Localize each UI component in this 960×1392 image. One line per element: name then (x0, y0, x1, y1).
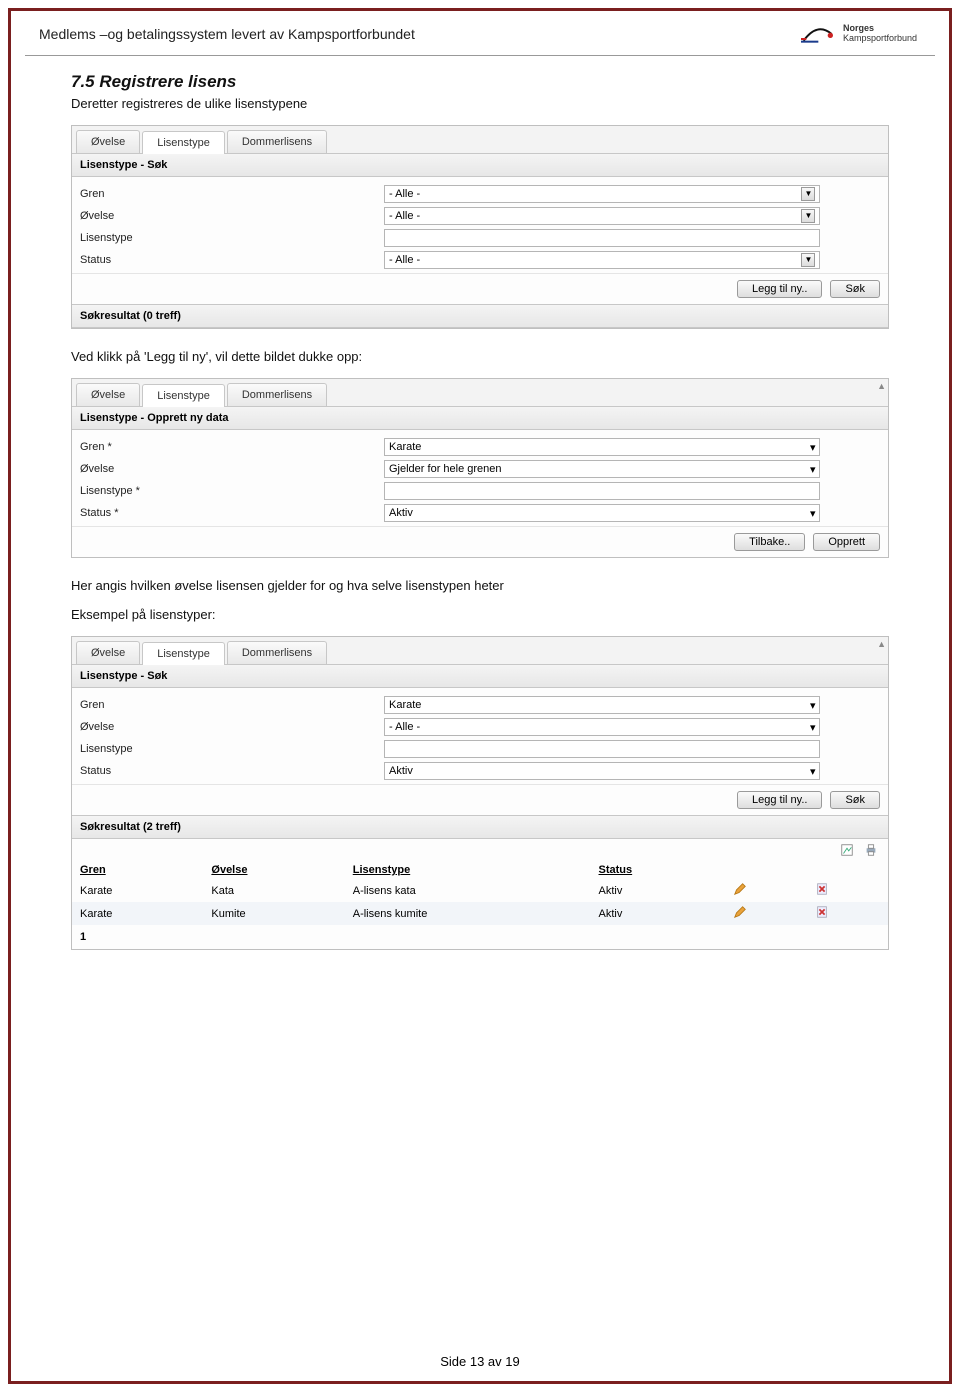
tab-bar: Øvelse Lisenstype Dommerlisens (72, 126, 888, 154)
chevron-down-icon: ▼ (801, 187, 815, 201)
select-ovelse[interactable]: - Alle - ▼ (384, 207, 820, 225)
logo-text: Norges Kampsportforbund (843, 24, 917, 44)
search-button[interactable]: Søk (830, 280, 880, 298)
result-table: Gren Øvelse Lisenstype Status Karate Kat… (72, 861, 888, 925)
chevron-down-icon: ▾ (810, 463, 816, 476)
panel-title: Lisenstype - Søk (72, 154, 888, 177)
label-lisenstype: Lisenstype * (80, 485, 384, 497)
scroll-up-icon: ▲ (877, 381, 886, 391)
chevron-down-icon: ▾ (810, 507, 816, 520)
tab-lisenstype[interactable]: Lisenstype (142, 131, 225, 154)
panel-title: Lisenstype - Opprett ny data (72, 407, 888, 430)
tab-ovelse[interactable]: Øvelse (76, 383, 140, 406)
tab-lisenstype[interactable]: Lisenstype (142, 384, 225, 407)
add-new-button[interactable]: Legg til ny.. (737, 791, 822, 809)
label-ovelse: Øvelse (80, 463, 384, 475)
panel-example: ▲ Øvelse Lisenstype Dommerlisens Lisenst… (71, 636, 889, 950)
select-gren[interactable]: - Alle - ▼ (384, 185, 820, 203)
intro-text: Deretter registreres de ulike lisenstype… (71, 96, 889, 111)
result-bar: Søkresultat (2 treff) (72, 815, 888, 839)
tab-ovelse[interactable]: Øvelse (76, 641, 140, 664)
select-status[interactable]: Aktiv ▾ (384, 504, 820, 522)
col-gren[interactable]: Gren (72, 861, 203, 879)
panel-create: ▲ Øvelse Lisenstype Dommerlisens Lisenst… (71, 378, 889, 558)
text-after-panel2: Her angis hvilken øvelse lisensen gjelde… (71, 578, 889, 593)
input-lisenstype[interactable] (384, 229, 820, 247)
select-status[interactable]: Aktiv ▾ (384, 762, 820, 780)
label-gren: Gren (80, 699, 384, 711)
col-status[interactable]: Status (591, 861, 726, 879)
chevron-down-icon: ▾ (810, 721, 816, 734)
label-gren: Gren (80, 188, 384, 200)
panel-title: Lisenstype - Søk (72, 665, 888, 688)
label-lisenstype: Lisenstype (80, 743, 384, 755)
tab-dommerlisens[interactable]: Dommerlisens (227, 641, 327, 664)
chevron-down-icon: ▾ (810, 699, 816, 712)
table-row: Karate Kumite A-lisens kumite Aktiv (72, 902, 888, 925)
tab-dommerlisens[interactable]: Dommerlisens (227, 130, 327, 153)
pager[interactable]: 1 (72, 925, 888, 949)
page-header: Medlems –og betalingssystem levert av Ka… (25, 11, 935, 56)
label-status: Status (80, 765, 384, 777)
header-title: Medlems –og betalingssystem levert av Ka… (39, 26, 415, 42)
tab-dommerlisens[interactable]: Dommerlisens (227, 383, 327, 406)
tab-lisenstype[interactable]: Lisenstype (142, 642, 225, 665)
edit-icon[interactable] (733, 905, 747, 919)
example-label: Eksempel på lisenstyper: (71, 607, 889, 622)
select-ovelse[interactable]: - Alle - ▾ (384, 718, 820, 736)
delete-icon[interactable] (815, 882, 829, 896)
panel-search: Øvelse Lisenstype Dommerlisens Lisenstyp… (71, 125, 889, 329)
col-lisenstype[interactable]: Lisenstype (345, 861, 591, 879)
edit-icon[interactable] (733, 882, 747, 896)
chevron-down-icon: ▼ (801, 253, 815, 267)
text-after-panel1: Ved klikk på 'Legg til ny', vil dette bi… (71, 349, 889, 364)
search-button[interactable]: Søk (830, 791, 880, 809)
chevron-down-icon: ▾ (810, 441, 816, 454)
create-button[interactable]: Opprett (813, 533, 880, 551)
kampsport-logo-icon (797, 19, 837, 49)
delete-icon[interactable] (815, 905, 829, 919)
page-footer: Side 13 av 19 (11, 1354, 949, 1369)
add-new-button[interactable]: Legg til ny.. (737, 280, 822, 298)
label-status: Status (80, 254, 384, 266)
label-lisenstype: Lisenstype (80, 232, 384, 244)
page-frame: Medlems –og betalingssystem levert av Ka… (8, 8, 952, 1384)
section-heading: 7.5 Registrere lisens (71, 72, 889, 92)
print-icon[interactable] (864, 843, 878, 857)
col-ovelse[interactable]: Øvelse (203, 861, 344, 879)
select-status[interactable]: - Alle - ▼ (384, 251, 820, 269)
chevron-down-icon: ▾ (810, 765, 816, 778)
select-gren[interactable]: Karate ▾ (384, 696, 820, 714)
tab-bar: Øvelse Lisenstype Dommerlisens (72, 637, 888, 665)
chevron-down-icon: ▼ (801, 209, 815, 223)
select-ovelse[interactable]: Gjelder for hele grenen ▾ (384, 460, 820, 478)
tab-bar: Øvelse Lisenstype Dommerlisens (72, 379, 888, 407)
table-row: Karate Kata A-lisens kata Aktiv (72, 879, 888, 902)
label-ovelse: Øvelse (80, 210, 384, 222)
tab-ovelse[interactable]: Øvelse (76, 130, 140, 153)
result-bar: Søkresultat (0 treff) (72, 304, 888, 328)
brand-logo: Norges Kampsportforbund (797, 19, 917, 49)
input-lisenstype[interactable] (384, 482, 820, 500)
export-icon[interactable] (840, 843, 854, 857)
label-gren: Gren * (80, 441, 384, 453)
label-status: Status * (80, 507, 384, 519)
select-gren[interactable]: Karate ▾ (384, 438, 820, 456)
label-ovelse: Øvelse (80, 721, 384, 733)
scroll-up-icon: ▲ (877, 639, 886, 649)
input-lisenstype[interactable] (384, 740, 820, 758)
back-button[interactable]: Tilbake.. (734, 533, 805, 551)
